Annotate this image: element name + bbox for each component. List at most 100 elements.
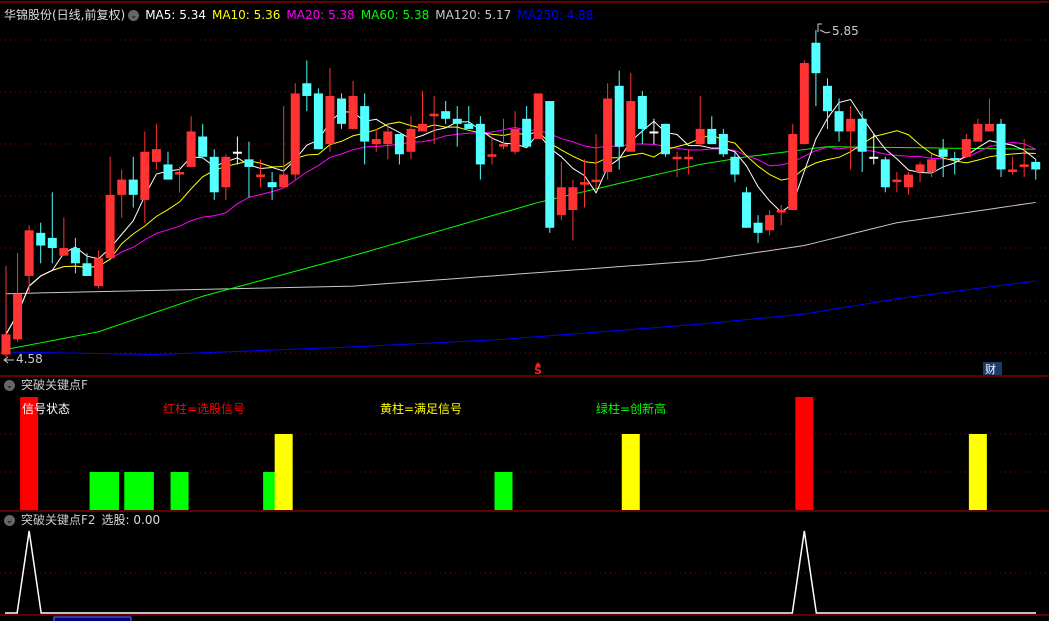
candle: [753, 215, 763, 243]
chevron-down-icon[interactable]: ⌄: [128, 10, 140, 21]
candle: [603, 83, 613, 180]
candle: [36, 222, 46, 264]
legend-red-bar: 红柱=选股信号: [163, 402, 246, 416]
candle: [290, 83, 300, 180]
candle: [834, 98, 844, 142]
candle: [1019, 139, 1029, 178]
panel2-title: 突破关键点F: [21, 378, 88, 392]
panel2-header: ⌄ 突破关键点F: [4, 378, 94, 392]
candle: [209, 149, 219, 200]
candle: [429, 95, 439, 145]
signal-bar-green: [101, 472, 120, 510]
candle: [846, 106, 856, 170]
candle: [383, 123, 393, 160]
date-cursor-box: [53, 616, 132, 621]
candle: [418, 90, 428, 132]
candle: [568, 179, 578, 241]
high-marker-icon: [817, 23, 831, 34]
candle: [672, 151, 682, 178]
panel3-title: 突破关键点F2: [21, 513, 96, 527]
candle: [406, 116, 416, 160]
legend-signal-status: 信号状态: [22, 402, 71, 416]
ma-label: MA10: 5.36: [211, 8, 281, 22]
candle: [151, 123, 161, 170]
candle: [499, 118, 509, 150]
chevron-down-icon[interactable]: ⌄: [4, 380, 15, 391]
ma-label: MA20: 5.38: [286, 8, 355, 22]
candle: [822, 78, 832, 129]
ma-label: MA120: 5.17: [435, 8, 512, 22]
candle: [741, 187, 751, 228]
candle: [487, 136, 497, 165]
ma-label: MA60: 5.38: [360, 8, 430, 22]
signal-bar-green: [135, 472, 154, 510]
candle: [580, 159, 589, 208]
candle: [776, 204, 786, 226]
candle: [325, 68, 335, 152]
s-marker[interactable]: S: [534, 364, 542, 377]
candle: [765, 210, 775, 236]
candle: [302, 60, 312, 112]
candle: [348, 80, 358, 129]
candlesticks: [1, 30, 1041, 358]
candle: [984, 98, 994, 132]
stock-chart[interactable]: [0, 0, 1049, 621]
candle: [695, 95, 705, 147]
signal-bar-yellow: [968, 434, 987, 510]
candle: [996, 118, 1006, 178]
xuangu-line: [5, 530, 1036, 614]
candle: [464, 106, 474, 129]
candle: [510, 111, 520, 155]
candle: [175, 166, 185, 193]
ma-label: MA5: 5.34: [145, 8, 206, 22]
candle: [140, 131, 150, 223]
chevron-down-icon[interactable]: ⌄: [4, 515, 15, 526]
ma-label: MA250: 4.88: [517, 8, 594, 22]
candle: [13, 253, 23, 342]
xuangu-indicator-line: [5, 530, 1036, 614]
candle: [47, 192, 57, 264]
candle: [915, 161, 925, 183]
candle: [59, 217, 69, 256]
candle: [660, 123, 670, 157]
candle: [256, 159, 266, 188]
candle: [626, 73, 636, 152]
candle: [360, 93, 370, 165]
candle: [117, 169, 127, 218]
candle: [938, 139, 948, 178]
candle: [394, 133, 404, 165]
candle: [1, 265, 11, 358]
cai-marker[interactable]: 财: [985, 361, 996, 377]
signal-bar-red: [795, 397, 814, 510]
candle: [186, 116, 196, 167]
signal-bar-yellow: [274, 434, 293, 510]
signal-bar-yellow: [621, 434, 640, 510]
candle: [313, 88, 323, 150]
candle: [556, 161, 566, 221]
panel3-header: ⌄ 突破关键点F2 选股: 0.00: [4, 513, 166, 527]
candle: [892, 172, 902, 193]
candle: [880, 156, 890, 193]
candle: [811, 30, 821, 107]
candle: [105, 156, 115, 259]
candle: [1031, 159, 1041, 180]
candle: [163, 151, 173, 180]
signal-bar-green: [494, 472, 513, 510]
candle: [244, 141, 254, 198]
candle: [522, 106, 532, 147]
moving-average-lines: [5, 98, 1037, 356]
candle: [903, 172, 913, 195]
candle: [799, 60, 809, 145]
ma-legend: MA5: 5.34 MA10: 5.36 MA20: 5.38 MA60: 5.38 M…: [145, 8, 599, 22]
low-arrow-icon: [3, 356, 14, 364]
candle: [1008, 156, 1018, 175]
candle: [961, 133, 971, 157]
candle: [707, 116, 717, 145]
high-price-label: 5.85: [832, 24, 859, 38]
candle: [533, 93, 543, 140]
candle: [198, 123, 208, 157]
candle: [545, 101, 555, 233]
candle: [857, 111, 867, 173]
xuangu-value: 选股: 0.00: [101, 513, 161, 527]
candle: [475, 116, 485, 180]
